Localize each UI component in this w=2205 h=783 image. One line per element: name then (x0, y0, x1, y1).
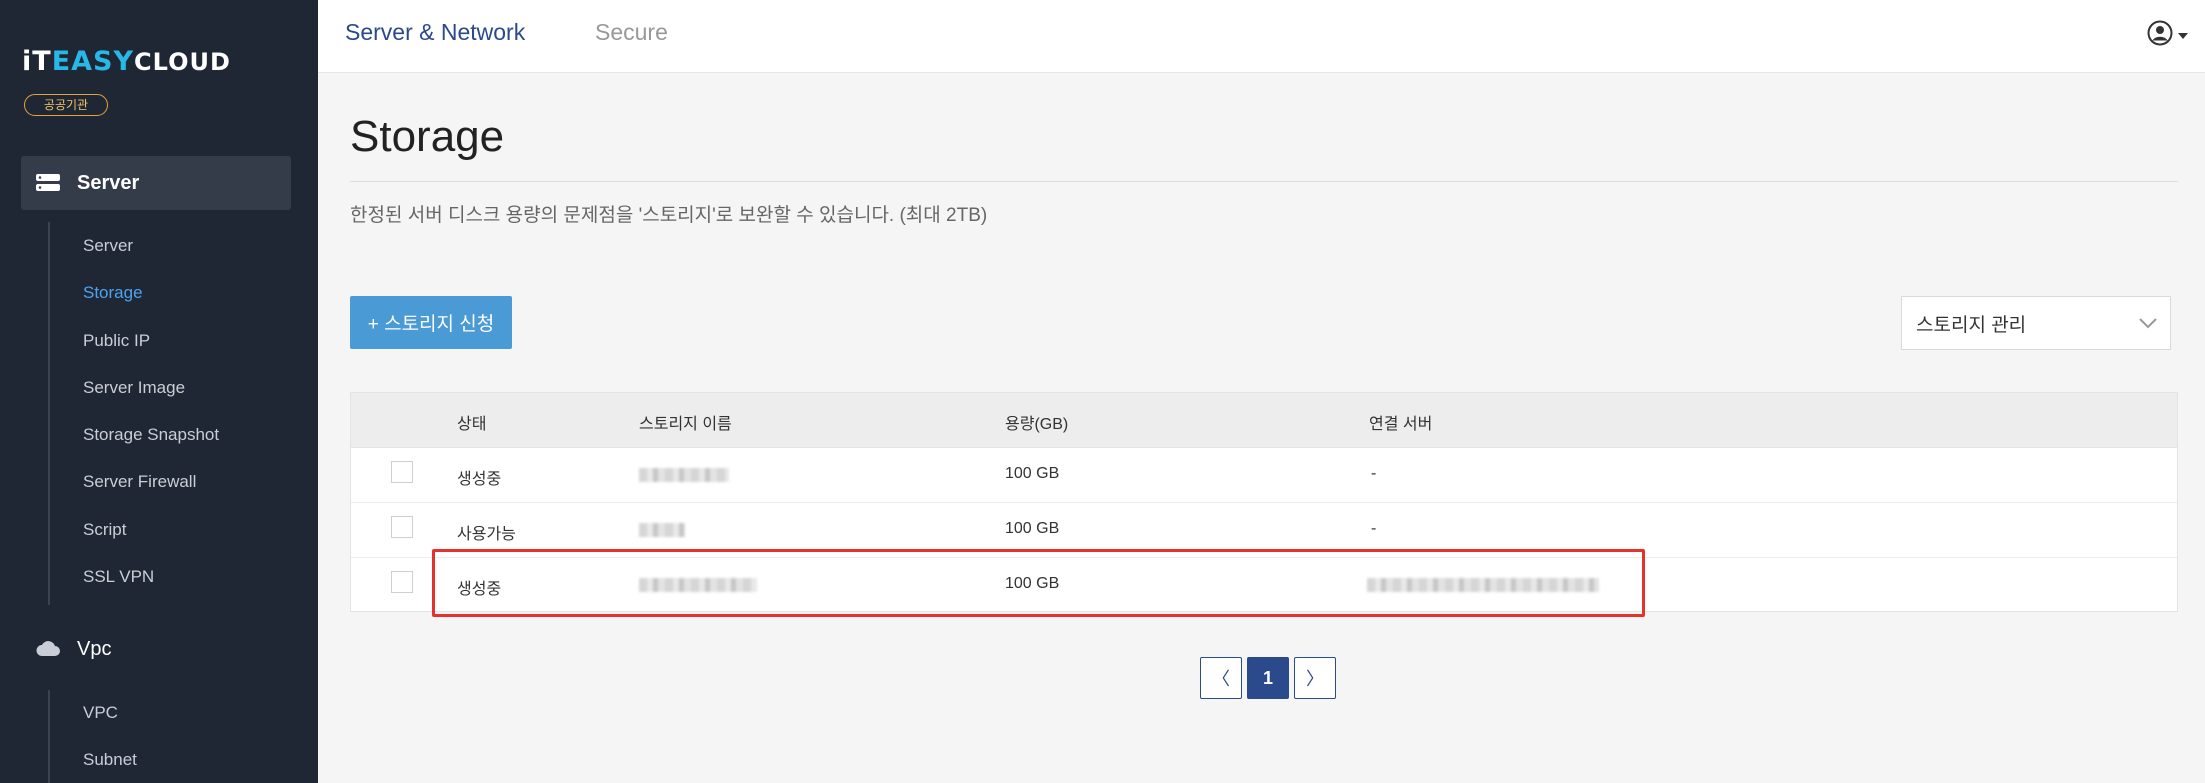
tab-server-network[interactable]: Server & Network (345, 19, 525, 46)
cell-connected-server: - (1371, 465, 1377, 482)
cell-capacity: 100 GB (1005, 575, 1060, 592)
sidebar-item-vpc[interactable]: VPC (83, 703, 118, 723)
title-divider (350, 181, 2178, 182)
cell-capacity: 100 GB (1005, 465, 1060, 482)
table-row[interactable]: 생성중 100 GB (351, 558, 2177, 613)
user-circle-icon (2147, 20, 2173, 51)
sidebar-item-script[interactable]: Script (83, 520, 126, 540)
redacted-connected-server (1367, 578, 1599, 592)
storage-manage-select[interactable]: 스토리지 관리 (1901, 296, 2171, 350)
table-row[interactable]: 사용가능 100 GB - (351, 503, 2177, 558)
col-header-status: 상태 (457, 416, 487, 433)
sidebar-item-storage[interactable]: Storage (83, 283, 143, 303)
col-header-capacity: 용량(GB) (1005, 416, 1069, 433)
cell-capacity: 100 GB (1005, 520, 1060, 537)
table-row[interactable]: 생성중 100 GB - (351, 448, 2177, 503)
storage-table: 상태 스토리지 이름 용량(GB) 연결 서버 생성중 100 GB - 사용가… (350, 392, 2178, 612)
sidebar-item-storage-snapshot[interactable]: Storage Snapshot (83, 425, 219, 445)
top-bar: Server & Network Secure (318, 0, 2205, 73)
row-checkbox[interactable] (391, 461, 413, 483)
row-checkbox[interactable] (391, 571, 413, 593)
cell-status: 생성중 (457, 471, 502, 488)
add-storage-button-label: + 스토리지 신청 (367, 314, 495, 335)
sidebar-item-public-ip[interactable]: Public IP (83, 331, 150, 351)
sidebar-item-ssl-vpn[interactable]: SSL VPN (83, 567, 154, 587)
page-title: Storage (350, 112, 505, 161)
table-header: 상태 스토리지 이름 용량(GB) 연결 서버 (351, 393, 2177, 448)
pagination-prev-button[interactable]: 〈 (1200, 657, 1242, 699)
tab-secure[interactable]: Secure (595, 19, 668, 46)
sidebar-item-server-image[interactable]: Server Image (83, 378, 185, 398)
iteasy-cloud-logo[interactable]: iTEASYCLOUD (22, 46, 231, 77)
sidebar: iTEASYCLOUD 공공기관 Server Server Storage P… (0, 0, 318, 783)
sidebar-group-label: Server (77, 171, 140, 194)
pagination-next-button[interactable]: 〉 (1294, 657, 1336, 699)
user-menu[interactable] (2147, 20, 2189, 51)
redacted-storage-name (639, 468, 729, 482)
row-checkbox[interactable] (391, 516, 413, 538)
redacted-storage-name (639, 578, 757, 592)
redacted-storage-name (639, 523, 685, 537)
sidebar-item-server-firewall[interactable]: Server Firewall (83, 472, 196, 492)
caret-down-icon (2177, 27, 2189, 45)
cell-status: 사용가능 (457, 526, 516, 543)
sidebar-group-label: Vpc (77, 637, 112, 660)
page-description: 한정된 서버 디스크 용량의 문제점을 '스토리지'로 보완할 수 있습니다. … (350, 205, 988, 226)
add-storage-button[interactable]: + 스토리지 신청 (350, 296, 512, 349)
sidebar-group-server[interactable]: Server (21, 156, 291, 210)
col-header-connected-server: 연결 서버 (1369, 416, 1433, 433)
server-icon (35, 173, 61, 193)
pagination-page-1[interactable]: 1 (1247, 657, 1289, 699)
sidebar-item-server[interactable]: Server (83, 236, 133, 256)
chevron-down-icon (2138, 313, 2158, 335)
sidebar-item-subnet[interactable]: Subnet (83, 750, 137, 770)
public-institution-badge: 공공기관 (24, 94, 108, 116)
cell-connected-server: - (1371, 520, 1377, 537)
cloud-icon (35, 639, 61, 659)
subnav-line (48, 222, 50, 605)
subnav-line (48, 690, 50, 783)
sidebar-group-vpc[interactable]: Vpc (21, 622, 291, 676)
col-header-storage-name: 스토리지 이름 (639, 416, 732, 433)
storage-manage-select-value: 스토리지 관리 (1916, 314, 2027, 336)
cell-status: 생성중 (457, 581, 502, 598)
